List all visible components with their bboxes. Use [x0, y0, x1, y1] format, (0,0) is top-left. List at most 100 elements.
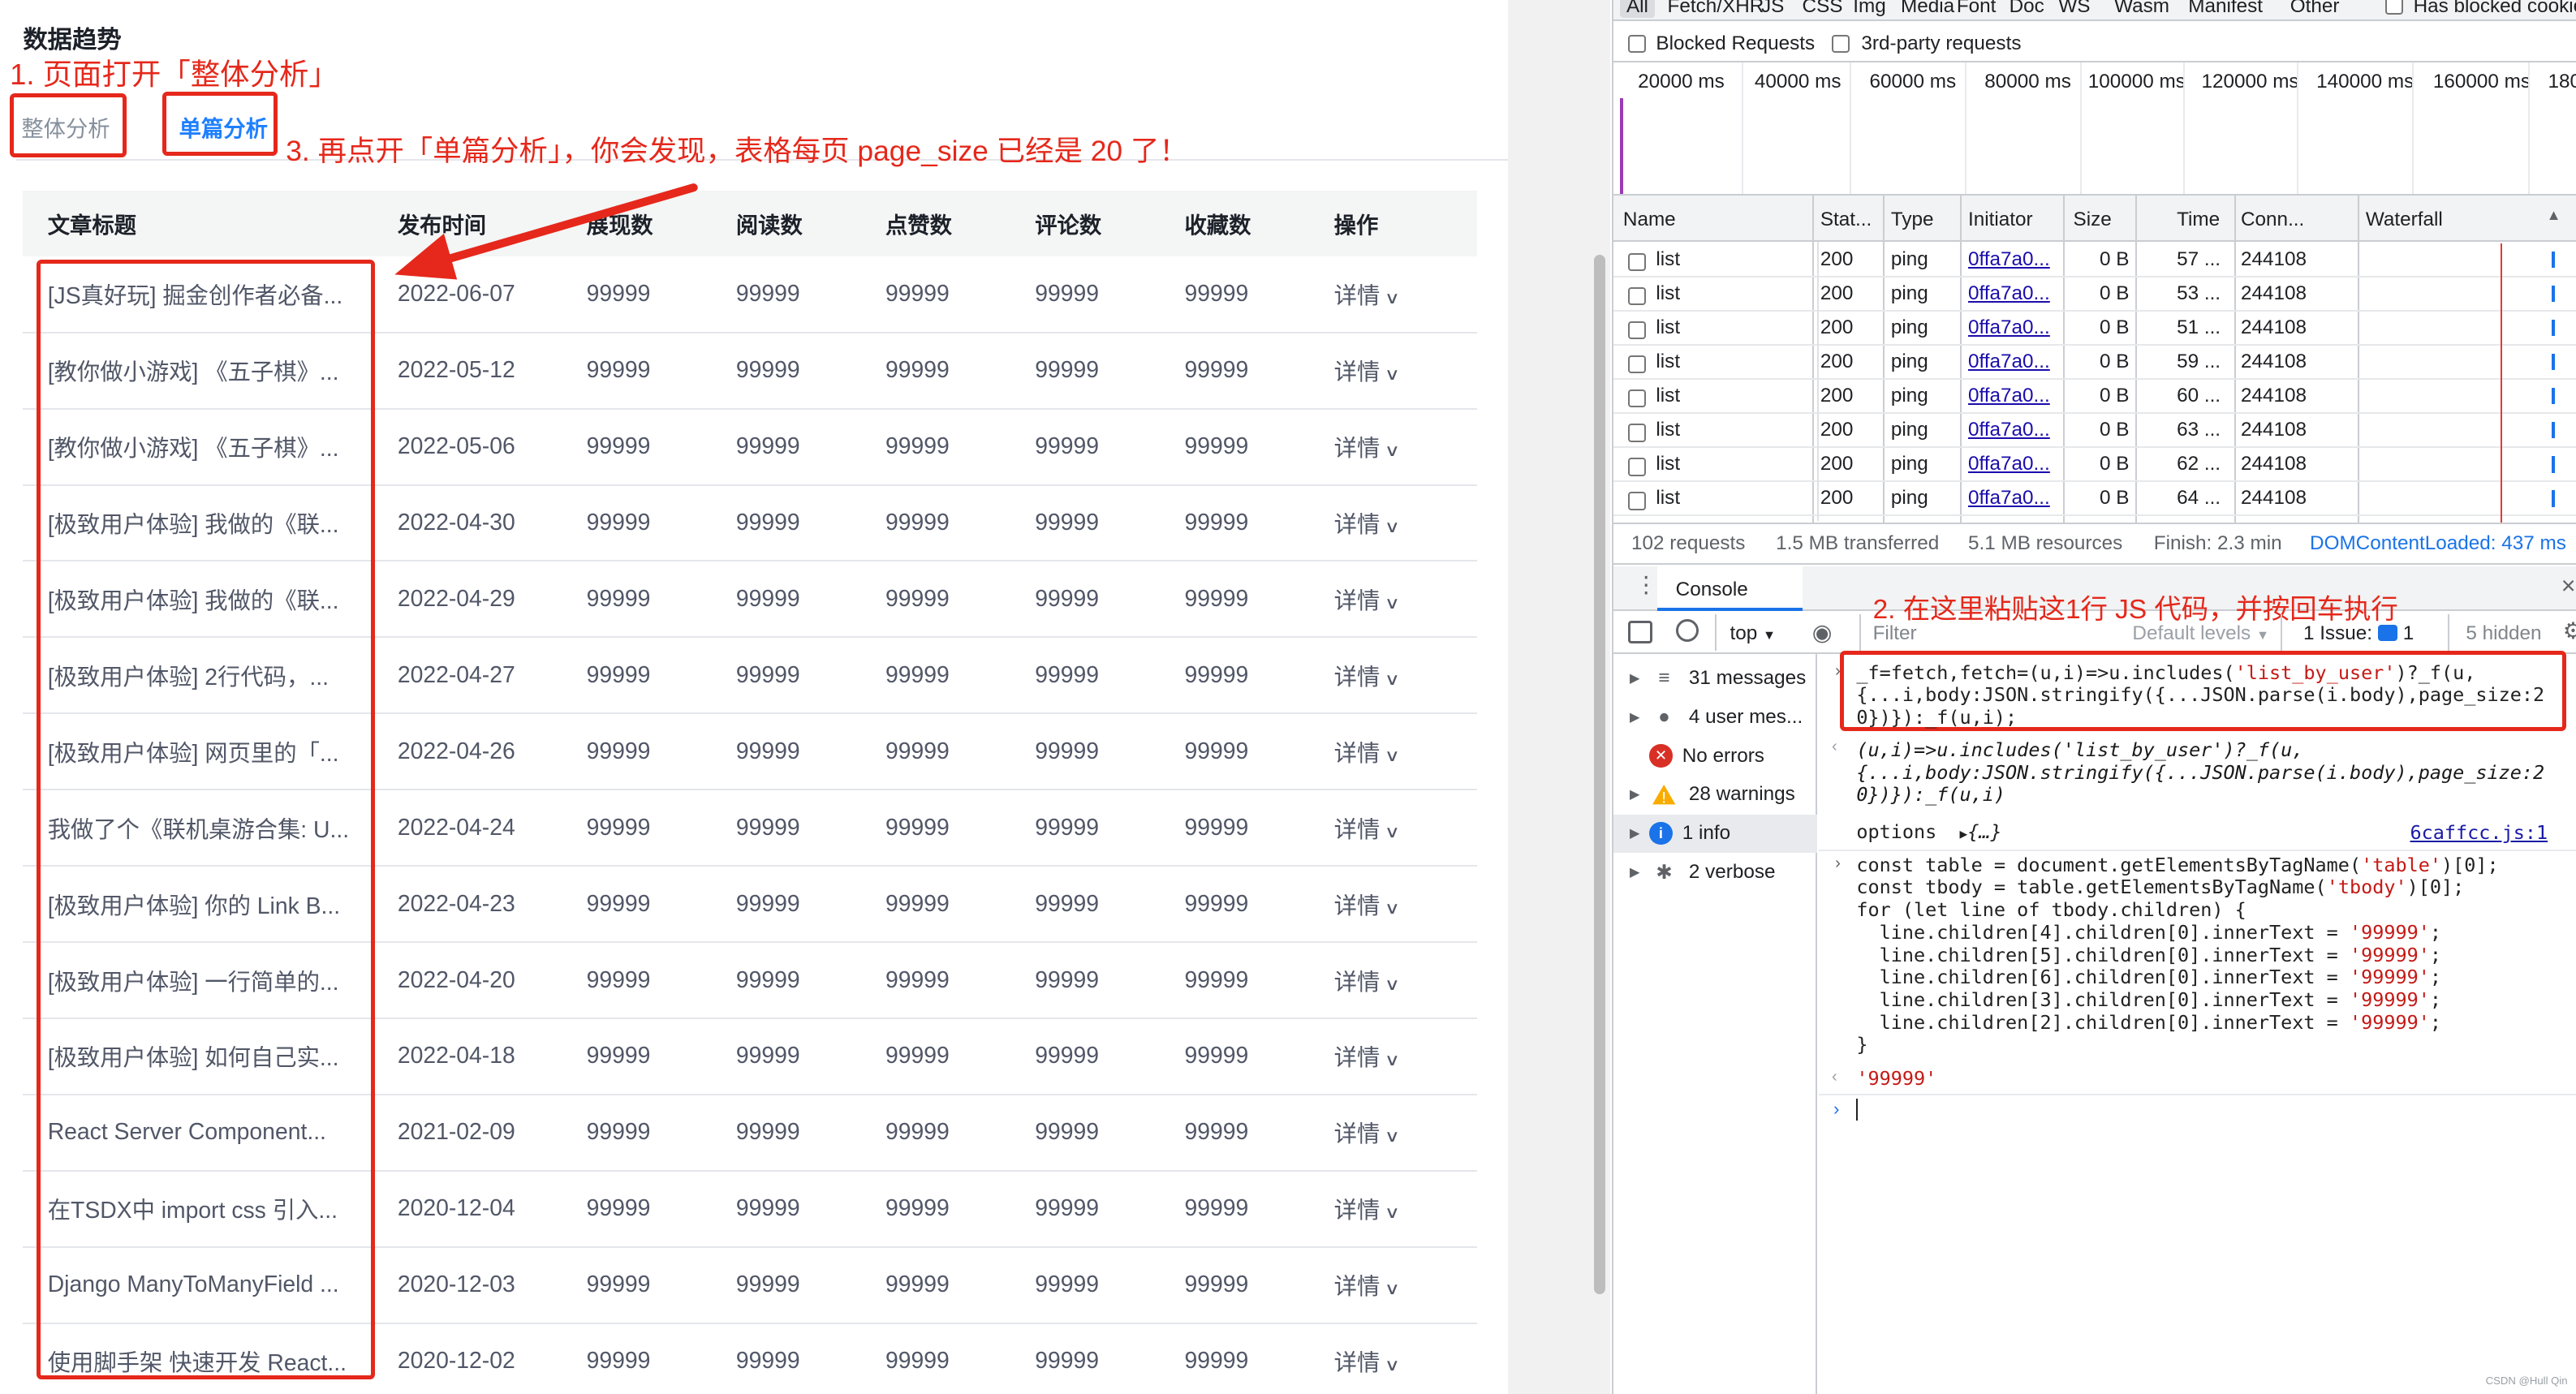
- network-overview-timeline[interactable]: 20000 ms 40000 ms 60000 ms 80000 ms 100000 m…: [1613, 62, 2576, 194]
- row-checkbox[interactable]: [1627, 458, 1647, 476]
- blocked-requests-checkbox[interactable]: [1627, 34, 1647, 53]
- col-header-title: 文章标题: [23, 190, 373, 256]
- details-dropdown[interactable]: 详情 ∨: [1333, 561, 1477, 639]
- details-dropdown[interactable]: 详情 ∨: [1333, 1246, 1477, 1324]
- net-col-3[interactable]: Initiator: [1968, 209, 2033, 231]
- filter-tab-js[interactable]: JS: [1761, 0, 1784, 18]
- details-dropdown[interactable]: 详情 ∨: [1333, 1323, 1477, 1394]
- metric-comments: 99999: [1035, 561, 1185, 639]
- issues-count: 1: [2402, 622, 2414, 645]
- console-sidebar-item[interactable]: ▶ ≡ 31 messages: [1630, 660, 1806, 697]
- filter-tab-fetchxhr[interactable]: Fetch/XHR: [1668, 0, 1764, 18]
- request-initiator[interactable]: 0ffa7a0...: [1968, 351, 2060, 373]
- request-initiator[interactable]: 0ffa7a0...: [1968, 453, 2060, 475]
- net-col-7[interactable]: Waterfall: [2366, 209, 2443, 231]
- console-sidebar-item[interactable]: ✕ No errors: [1630, 738, 1764, 774]
- timeline-gridline: [1850, 62, 1852, 194]
- net-col-2[interactable]: Type: [1891, 209, 1934, 231]
- details-dropdown[interactable]: 详情 ∨: [1333, 1018, 1477, 1095]
- net-col-5[interactable]: Time: [2177, 209, 2220, 231]
- request-initiator[interactable]: 0ffa7a0...: [1968, 282, 2060, 305]
- request-initiator[interactable]: 0ffa7a0...: [1968, 316, 2060, 339]
- network-request-row[interactable]: list 200 ping 0ffa7a0... 0 B 60 ... 244108: [1613, 380, 2576, 415]
- row-checkbox[interactable]: [1627, 286, 1647, 306]
- chevron-down-icon: ∨: [1385, 1357, 1401, 1375]
- filter-tab-wasm[interactable]: Wasm: [2114, 0, 2169, 18]
- has-blocked-checkbox[interactable]: [2385, 0, 2404, 15]
- metric-comments: 99999: [1035, 256, 1185, 333]
- filter-tab-manifest[interactable]: Manifest: [2188, 0, 2263, 18]
- request-initiator[interactable]: 0ffa7a0...: [1968, 487, 2060, 510]
- details-dropdown[interactable]: 详情 ∨: [1333, 713, 1477, 791]
- filter-tab-ws[interactable]: WS: [2058, 0, 2090, 18]
- details-dropdown[interactable]: 详情 ∨: [1333, 942, 1477, 1019]
- console-sidebar-item[interactable]: ▶! 28 warnings: [1630, 777, 1795, 813]
- filter-tab-img[interactable]: Img: [1853, 0, 1885, 18]
- metric-likes: 99999: [885, 1018, 1036, 1095]
- log-levels-dropdown[interactable]: Default levels ▼: [2132, 622, 2269, 645]
- row-checkbox[interactable]: [1627, 492, 1647, 510]
- filter-tab-all[interactable]: All: [1619, 0, 1656, 18]
- net-col-0[interactable]: Name: [1623, 209, 1676, 231]
- row-checkbox[interactable]: [1627, 389, 1647, 408]
- timeline-gridline: [2079, 62, 2082, 194]
- details-dropdown[interactable]: 详情 ∨: [1333, 790, 1477, 867]
- sort-up-icon[interactable]: ▲: [2547, 207, 2561, 224]
- row-checkbox[interactable]: [1627, 355, 1647, 374]
- filter-tab-css[interactable]: CSS: [1803, 0, 1843, 18]
- context-selector[interactable]: top ▼: [1730, 622, 1776, 645]
- details-dropdown[interactable]: 详情 ∨: [1333, 1170, 1477, 1248]
- network-request-row[interactable]: list 200 ping 0ffa7a0... 0 B 53 ... 244108: [1613, 278, 2576, 312]
- request-initiator[interactable]: 0ffa7a0...: [1968, 385, 2060, 407]
- details-dropdown[interactable]: 详情 ∨: [1333, 332, 1477, 410]
- eye-icon[interactable]: ◉: [1812, 619, 1833, 647]
- metric-favorites: 99999: [1184, 713, 1334, 791]
- network-request-row[interactable]: list 200 ping 0ffa7a0... 0 B 59 ... 244108: [1613, 346, 2576, 380]
- page-scrollbar-thumb[interactable]: [1593, 254, 1605, 1295]
- console-sidebar-item[interactable]: ▶ ✱ 2 verbose: [1630, 854, 1775, 891]
- network-request-row[interactable]: list 200 ping 0ffa7a0... 0 B 63 ... 244108: [1613, 414, 2576, 449]
- row-checkbox[interactable]: [1627, 321, 1647, 340]
- network-request-row[interactable]: list 200 ping 0ffa7a0... 0 B 57 ... 244108: [1613, 243, 2576, 278]
- col-header-favorites: 收藏数: [1184, 190, 1334, 256]
- drawer-menu-icon[interactable]: ⋮: [1635, 571, 1657, 599]
- details-dropdown[interactable]: 详情 ∨: [1333, 256, 1477, 333]
- drawer-close-icon[interactable]: ×: [2561, 573, 2576, 600]
- details-dropdown[interactable]: 详情 ∨: [1333, 484, 1477, 562]
- network-request-row[interactable]: list 200 ping 0ffa7a0... 0 B 51 ... 244108: [1613, 312, 2576, 346]
- third-party-checkbox[interactable]: [1831, 34, 1850, 53]
- row-checkbox[interactable]: [1627, 252, 1647, 271]
- net-col-4[interactable]: Size: [2074, 209, 2112, 231]
- net-col-6[interactable]: Conn...: [2241, 209, 2304, 231]
- details-dropdown[interactable]: 详情 ∨: [1333, 637, 1477, 715]
- details-dropdown[interactable]: 详情 ∨: [1333, 408, 1477, 486]
- network-request-row[interactable]: list 200 ping 0ffa7a0... 0 B 64 ... 244108: [1613, 482, 2576, 517]
- request-initiator[interactable]: 0ffa7a0...: [1968, 248, 2060, 271]
- console-sidebar-item[interactable]: ▶ ● 4 user mes...: [1630, 699, 1803, 736]
- details-dropdown[interactable]: 详情 ∨: [1333, 866, 1477, 944]
- metric-reads: 99999: [735, 1323, 886, 1394]
- summary-finish: Finish: 2.3 min: [2153, 531, 2282, 554]
- chevron-down-icon: ∨: [1385, 823, 1401, 841]
- source-link[interactable]: 6caffcc.js:1: [2410, 821, 2548, 844]
- filter-tab-other[interactable]: Other: [2290, 0, 2340, 18]
- request-initiator[interactable]: 0ffa7a0...: [1968, 419, 2060, 441]
- filter-tab-doc[interactable]: Doc: [2010, 0, 2044, 18]
- sidebar-toggle-icon[interactable]: [1627, 621, 1653, 644]
- console-prompt-input[interactable]: [1856, 1099, 1859, 1121]
- console-options-line[interactable]: options ▶{…}: [1856, 820, 2001, 845]
- net-col-1[interactable]: Stat...: [1820, 209, 1872, 231]
- network-request-row[interactable]: list 200 ping 0ffa7a0... 0 B 62 ... 244108: [1613, 448, 2576, 483]
- console-filter-input[interactable]: Filter: [1873, 622, 1917, 645]
- request-type: ping: [1890, 453, 1928, 475]
- details-label: 详情: [1333, 587, 1381, 614]
- filter-tab-media[interactable]: Media: [1901, 0, 1954, 18]
- request-time: 60 ...: [2177, 385, 2221, 407]
- details-dropdown[interactable]: 详情 ∨: [1333, 1094, 1477, 1172]
- row-checkbox[interactable]: [1627, 424, 1647, 442]
- filter-tab-font[interactable]: Font: [1957, 0, 1997, 18]
- console-settings-gear-icon[interactable]: ⚙: [2563, 617, 2576, 645]
- console-sidebar-item[interactable]: ▶ i 1 info: [1630, 815, 1730, 852]
- issues-button[interactable]: 1 Issue: 1: [2303, 622, 2414, 645]
- details-label: 详情: [1333, 1198, 1381, 1224]
